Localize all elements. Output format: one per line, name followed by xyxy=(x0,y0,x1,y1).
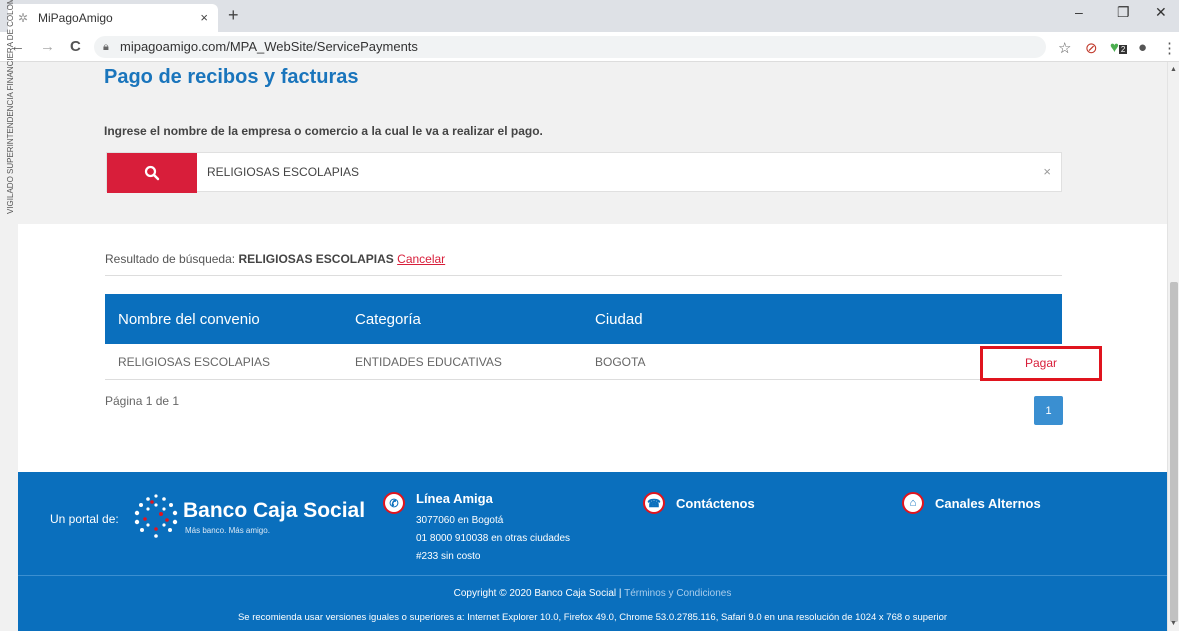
site-favicon-icon: ✲ xyxy=(18,11,29,25)
linea-amiga-line-2: 01 8000 910038 en otras ciudades xyxy=(416,533,571,544)
search-result-term: RELIGIOSAS ESCOLAPIAS xyxy=(238,252,394,266)
search-input[interactable] xyxy=(207,153,1027,191)
table-header: Nombre del convenio Categoría Ciudad xyxy=(105,294,1062,344)
contact-link[interactable]: Contáctenos xyxy=(676,496,755,511)
window-close-button[interactable]: ✕ xyxy=(1155,4,1167,21)
canales-alternos-link[interactable]: Canales Alternos xyxy=(935,496,1041,511)
portal-label: Un portal de: xyxy=(50,512,119,526)
lock-icon: 🔒︎ xyxy=(103,41,109,53)
cancel-link[interactable]: Cancelar xyxy=(397,252,445,266)
channels-icon: ⌂ xyxy=(902,492,924,514)
linea-amiga-title[interactable]: Línea Amiga xyxy=(416,491,493,506)
search-icon xyxy=(144,165,160,181)
tab-title: MiPagoAmigo xyxy=(38,11,113,25)
profile-icon[interactable]: ● xyxy=(1138,39,1147,56)
browser-recommendation: Se recomienda usar versiones iguales o s… xyxy=(237,612,948,623)
linea-amiga-line-3: #233 sin costo xyxy=(416,551,481,562)
footer: Un portal de: Banco Caja Social Más banc… xyxy=(18,472,1167,631)
search-instruction: Ingrese el nombre de la empresa o comerc… xyxy=(104,124,543,138)
copyright: Copyright © 2020 Banco Caja Social | Tér… xyxy=(453,588,732,599)
search-section: Pago de recibos y facturas Ingrese el no… xyxy=(18,62,1167,224)
browser-tab[interactable]: ✲ MiPagoAmigo × xyxy=(8,4,218,32)
extension-badge: 2 xyxy=(1118,45,1128,54)
tab-close-icon[interactable]: × xyxy=(200,10,208,25)
clear-search-icon[interactable]: × xyxy=(1043,164,1051,179)
page: Pago de recibos y facturas Ingrese el no… xyxy=(18,62,1167,631)
footer-bottom: Copyright © 2020 Banco Caja Social | Tér… xyxy=(18,575,1167,631)
extension-icon[interactable]: ♥ 2 xyxy=(1110,39,1128,56)
bookmark-star-icon[interactable]: ☆ xyxy=(1058,39,1071,57)
linea-amiga-line-1: 3077060 en Bogotá xyxy=(416,515,504,526)
terms-link[interactable]: Términos y Condiciones xyxy=(624,588,731,599)
column-header-name: Nombre del convenio xyxy=(118,311,260,328)
forward-button[interactable]: → xyxy=(40,38,55,55)
restore-button[interactable]: ❐ xyxy=(1117,4,1130,21)
cell-city: BOGOTA xyxy=(595,355,646,369)
block-extension-icon[interactable]: ⊘ xyxy=(1085,39,1098,57)
browser-tab-bar: ✲ MiPagoAmigo × + – ❐ ✕ xyxy=(0,0,1179,32)
bank-logo-icon xyxy=(134,494,178,538)
reload-button[interactable]: C xyxy=(70,38,81,55)
minimize-button[interactable]: – xyxy=(1075,4,1083,20)
page-title: Pago de recibos y facturas xyxy=(104,66,359,88)
pay-button[interactable]: Pagar xyxy=(980,346,1102,381)
bank-brand-name: Banco Caja Social xyxy=(183,499,366,522)
url-input[interactable]: 🔒︎ mipagoamigo.com/MPA_WebSite/ServicePa… xyxy=(94,36,1046,58)
scroll-down-icon[interactable]: ▼ xyxy=(1170,620,1177,627)
contact-icon: ☎ xyxy=(643,492,665,514)
scrollbar-thumb[interactable] xyxy=(1170,282,1178,622)
table-row: RELIGIOSAS ESCOLAPIAS ENTIDADES EDUCATIV… xyxy=(105,344,1062,380)
page-scrollbar[interactable]: ▲ ▼ xyxy=(1167,62,1179,631)
vigilado-badge: VIGILADO SUPERINTENDENCIA FINANCIERA DE … xyxy=(0,0,18,222)
browser-menu-icon[interactable]: ⋮ xyxy=(1162,39,1177,57)
pagination-info: Página 1 de 1 xyxy=(105,394,180,408)
divider xyxy=(105,275,1062,276)
column-header-city: Ciudad xyxy=(595,311,643,328)
new-tab-button[interactable]: + xyxy=(228,5,239,26)
cell-category: ENTIDADES EDUCATIVAS xyxy=(355,355,502,369)
column-header-category: Categoría xyxy=(355,311,421,328)
footer-main: Un portal de: Banco Caja Social Más banc… xyxy=(18,472,1167,575)
search-result-label: Resultado de búsqueda: RELIGIOSAS ESCOLA… xyxy=(105,252,446,266)
search-box: × xyxy=(106,152,1062,193)
cell-name: RELIGIOSAS ESCOLAPIAS xyxy=(118,355,271,369)
bank-tagline: Más banco. Más amigo. xyxy=(185,526,270,535)
scroll-up-icon[interactable]: ▲ xyxy=(1170,66,1177,73)
browser-address-bar: ← → C 🔒︎ mipagoamigo.com/MPA_WebSite/Ser… xyxy=(0,32,1179,62)
search-button[interactable] xyxy=(107,153,197,193)
phone-icon: ✆ xyxy=(383,492,405,514)
vigilado-text: VIGILADO SUPERINTENDENCIA FINANCIERA DE … xyxy=(6,0,15,214)
url-text: mipagoamigo.com/MPA_WebSite/ServicePayme… xyxy=(120,39,418,54)
page-1-button[interactable]: 1 xyxy=(1034,396,1063,425)
